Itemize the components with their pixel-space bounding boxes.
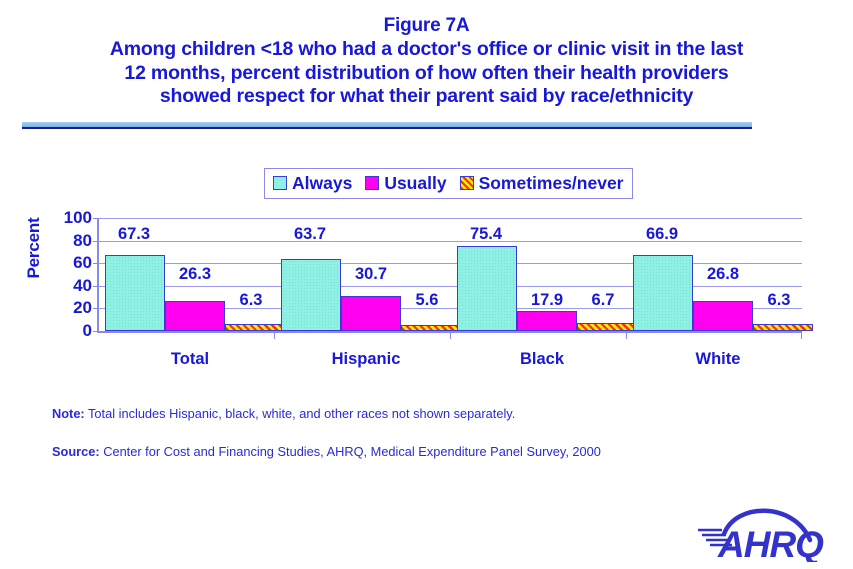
legend-swatch-always-icon [273, 176, 287, 190]
bar-white-sometimes-never [753, 323, 813, 331]
page-title: Figure 7A Among children <18 who had a d… [0, 14, 853, 109]
bar-total-always [105, 255, 165, 331]
y-tick-40: 40 [73, 275, 92, 295]
bar-black-always [457, 245, 517, 331]
bar-hispanic-sometimes-never [401, 324, 461, 331]
ahrq-logo: AHRQ [688, 504, 834, 565]
legend-item-always: Always [273, 172, 353, 193]
y-tick-100: 100 [63, 208, 92, 227]
chart-legend: Always Usually Sometimes/never [264, 168, 633, 199]
legend-label-sometimes-never: Sometimes/never [478, 172, 624, 193]
bar-white-usually [693, 300, 753, 331]
y-tickmark-100 [93, 218, 99, 219]
figure-number: Figure 7A [383, 15, 470, 36]
legend-swatch-usually-icon [365, 176, 380, 190]
bar-hispanic-always [281, 259, 341, 331]
note-label: Note: [52, 406, 85, 421]
bar-black-sometimes-never [577, 323, 637, 331]
value-label-white-usually: 26.8 [706, 265, 740, 283]
x-tickmark-1 [274, 331, 275, 339]
bar-black-usually [517, 310, 577, 331]
gridline-80 [99, 240, 802, 242]
legend-label-always: Always [292, 172, 353, 193]
source-text: Center for Cost and Financing Studies, A… [99, 444, 601, 459]
legend-item-usually: Usually [365, 172, 447, 193]
y-tickmark-80 [93, 240, 99, 242]
gridline-100 [99, 218, 802, 219]
divider-dark-line [22, 127, 752, 129]
y-tick-80: 80 [73, 230, 92, 250]
title-line-2: 12 months, percent distribution of how o… [124, 61, 729, 84]
plot-area [93, 218, 813, 339]
value-label-black-always: 75.4 [469, 225, 503, 243]
bar-hispanic-usually [341, 296, 401, 331]
title-line-1: Among children <18 who had a doctor's of… [109, 38, 744, 60]
title-divider [22, 122, 752, 129]
note-text: Total includes Hispanic, black, white, a… [84, 406, 516, 421]
x-tickmark-4 [801, 331, 802, 339]
gridline-40 [99, 285, 802, 287]
y-tick-20: 20 [73, 298, 92, 318]
legend-label-usually: Usually [384, 172, 447, 193]
x-tickmark-2 [450, 331, 451, 339]
y-tick-0: 0 [82, 321, 92, 340]
value-label-white-sometimes-never: 6.3 [767, 291, 791, 309]
ahrq-logo-graphic: AHRQ [698, 508, 825, 565]
x-category-hispanic: Hispanic [331, 350, 401, 368]
value-label-black-usually: 17.9 [530, 291, 564, 309]
ahrq-wordmark: AHRQ [717, 524, 824, 562]
bar-white-always [633, 255, 693, 331]
title-line-3: showed respect for what their parent sai… [159, 85, 694, 107]
y-tick-60: 60 [73, 253, 92, 273]
legend-swatch-sometimes-never-icon [459, 176, 474, 190]
y-axis-label: Percent [24, 217, 43, 279]
value-label-total-always: 67.3 [117, 225, 151, 243]
x-category-total: Total [170, 350, 210, 368]
bar-total-usually [165, 301, 225, 331]
source-label: Source: [52, 444, 100, 459]
value-label-total-sometimes-never: 6.3 [239, 291, 263, 309]
legend-item-sometimes-never: Sometimes/never [459, 172, 624, 193]
y-tickmark-40 [93, 285, 99, 287]
x-category-white: White [695, 350, 741, 368]
bar-total-sometimes-never [225, 323, 285, 331]
gridline-60 [99, 263, 802, 265]
y-tickmark-20 [93, 308, 99, 310]
value-label-hispanic-usually: 30.7 [354, 265, 388, 283]
y-tickmark-0 [93, 331, 99, 332]
value-label-white-always: 66.9 [645, 225, 679, 243]
value-label-black-sometimes-never: 6.7 [591, 291, 615, 309]
value-label-hispanic-always: 63.7 [293, 225, 327, 243]
x-tickmark-3 [626, 331, 627, 339]
value-label-total-usually: 26.3 [178, 265, 212, 283]
value-label-hispanic-sometimes-never: 5.6 [415, 291, 439, 309]
x-category-black: Black [519, 350, 565, 368]
y-tickmark-60 [93, 263, 99, 265]
chart-note: Note: Total includes Hispanic, black, wh… [52, 406, 515, 422]
gridline-20 [99, 308, 802, 310]
chart-source: Source: Center for Cost and Financing St… [52, 444, 601, 460]
